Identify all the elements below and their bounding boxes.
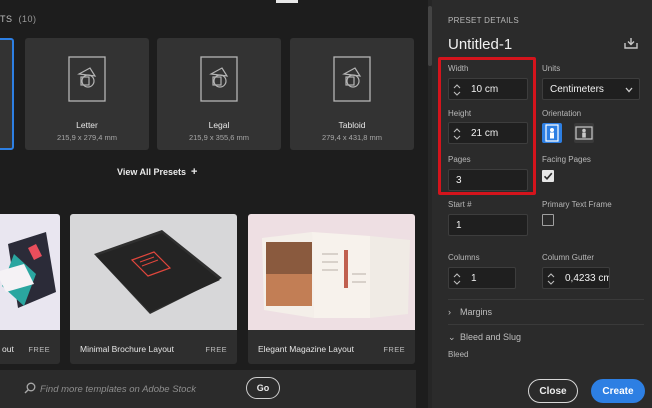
divider <box>448 299 644 300</box>
bleed-slug-section-toggle[interactable]: ⌄ Bleed and Slug <box>448 332 521 343</box>
free-badge: FREE <box>28 345 50 354</box>
template-card[interactable]: Minimal Brochure Layout FREE <box>70 214 237 364</box>
document-preset-icon <box>200 56 238 102</box>
units-label: Units <box>542 64 561 73</box>
presets-count: (10) <box>18 14 37 24</box>
presets-section-title: TS <box>0 14 13 24</box>
portrait-orientation-button[interactable] <box>542 123 562 143</box>
document-preset-icon <box>68 56 106 102</box>
facing-pages-label: Facing Pages <box>542 155 591 164</box>
margins-section-toggle[interactable]: › Margins <box>448 307 492 317</box>
title-bar-notch <box>276 0 298 3</box>
preset-details-panel: PRESET DETAILS Untitled-1 Width 10 cm He… <box>432 0 652 408</box>
primary-text-frame-label: Primary Text Frame <box>542 200 612 209</box>
create-button[interactable]: Create <box>591 379 645 403</box>
preset-size: 279,4 x 431,8 mm <box>321 133 383 142</box>
checkmark-icon <box>543 172 553 180</box>
highlight-box <box>438 57 536 195</box>
template-name: Minimal Brochure Layout <box>80 344 175 354</box>
stock-search-bar: Go <box>0 370 416 408</box>
column-gutter-label: Column Gutter <box>542 253 595 262</box>
template-thumbnail <box>70 214 237 330</box>
view-all-presets-link[interactable]: View All Presets + <box>117 166 197 178</box>
presets-browser: TS (10) Letter 215,9 x 279,4 mm Legal 21… <box>0 0 428 408</box>
preset-name: Tabloid <box>338 120 366 130</box>
preset-size: 215,9 x 279,4 mm <box>56 133 118 142</box>
landscape-person-icon <box>575 126 593 140</box>
stock-search-input[interactable] <box>40 381 240 397</box>
document-preset-icon <box>333 56 371 102</box>
template-card[interactable]: Elegant Magazine Layout FREE <box>248 214 415 364</box>
facing-pages-checkbox[interactable] <box>542 170 554 182</box>
start-page-value: 1 <box>456 220 462 231</box>
preset-details-heading: PRESET DETAILS <box>448 16 520 25</box>
divider <box>448 324 644 325</box>
preset-card-selected[interactable] <box>0 38 14 150</box>
columns-value: 1 <box>471 273 477 284</box>
chevron-right-icon: › <box>448 307 451 317</box>
template-name: out <box>2 344 14 354</box>
stepper-arrows-icon[interactable] <box>453 271 461 287</box>
start-label: Start # <box>448 200 472 209</box>
close-button[interactable]: Close <box>528 379 578 403</box>
preset-card-tabloid[interactable]: Tabloid 279,4 x 431,8 mm <box>290 38 414 150</box>
template-thumbnail <box>0 214 60 330</box>
template-name: Elegant Magazine Layout <box>258 344 354 354</box>
chevron-down-icon <box>625 87 633 93</box>
preset-card-legal[interactable]: Legal 215,9 x 355,6 mm <box>157 38 281 150</box>
units-select[interactable]: Centimeters <box>542 78 640 100</box>
column-gutter-field[interactable]: 0,4233 cm <box>542 267 610 289</box>
orientation-label: Orientation <box>542 109 582 118</box>
stepper-arrows-icon[interactable] <box>547 271 555 287</box>
bleed-slug-label: Bleed and Slug <box>460 332 522 342</box>
free-badge: FREE <box>383 345 405 354</box>
search-icon <box>24 382 36 394</box>
margins-label: Margins <box>460 307 493 317</box>
primary-text-frame-checkbox[interactable] <box>542 214 554 226</box>
free-badge: FREE <box>205 345 227 354</box>
presets-section-header: TS (10) <box>0 14 37 24</box>
preset-name: Letter <box>76 120 98 130</box>
save-preset-icon[interactable] <box>624 37 638 49</box>
columns-label: Columns <box>448 253 480 262</box>
column-gutter-value: 0,4233 cm <box>565 273 610 284</box>
document-name[interactable]: Untitled-1 <box>448 36 512 53</box>
bleed-label: Bleed <box>448 350 469 359</box>
chevron-down-icon: ⌄ <box>448 332 456 342</box>
units-value: Centimeters <box>550 84 604 95</box>
plus-icon: + <box>191 166 198 178</box>
template-thumbnail <box>248 214 415 330</box>
preset-card-letter[interactable]: Letter 215,9 x 279,4 mm <box>25 38 149 150</box>
preset-name: Legal <box>208 120 230 130</box>
go-button[interactable]: Go <box>246 377 280 399</box>
view-all-label: View All Presets <box>117 167 187 177</box>
columns-field[interactable]: 1 <box>448 267 516 289</box>
landscape-orientation-button[interactable] <box>574 123 594 143</box>
portrait-person-icon <box>545 124 559 142</box>
template-card[interactable]: out FREE <box>0 214 60 364</box>
preset-size: 215,9 x 355,6 mm <box>188 133 250 142</box>
start-page-field[interactable]: 1 <box>448 214 528 236</box>
